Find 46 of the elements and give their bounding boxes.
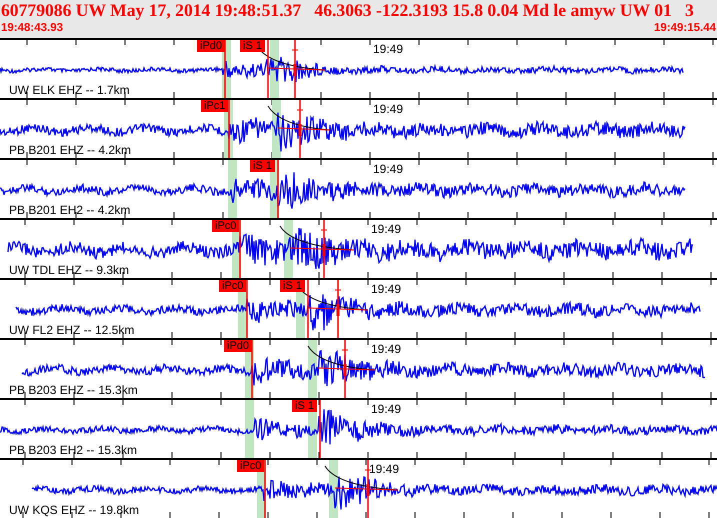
pick-label: iS 1 — [292, 400, 317, 412]
time-label: 19:49 — [371, 223, 402, 236]
pick-line — [319, 400, 321, 458]
amplitude-marker — [334, 460, 398, 518]
pick-line — [224, 40, 226, 98]
pick-line — [251, 340, 253, 398]
pick-label: iPd0 — [197, 40, 226, 52]
amplitude-marker — [278, 100, 330, 158]
station-label: UW FL2 EHZ -- 12.5km — [9, 324, 134, 337]
pick-line — [267, 40, 269, 98]
end-time: 19:49:15.44 — [654, 21, 716, 35]
pick-line — [264, 460, 266, 518]
pick-label: iPc0 — [219, 280, 246, 292]
time-label: 19:49 — [371, 343, 402, 356]
event-title: 60779086 UW May 17, 2014 19:48:51.37 46.3063 -122.3193 15.8 0.04 Md le amyw UW 01 3 — [0, 0, 695, 21]
pick-line — [228, 100, 230, 158]
station-label: PB B203 EH2 -- 15.3km — [9, 444, 138, 457]
pick-label: iS 1 — [240, 40, 265, 52]
time-label: 19:49 — [373, 163, 404, 176]
time-label: 19:49 — [371, 283, 402, 296]
pick-label: iPd0 — [224, 340, 252, 352]
amplitude-marker — [308, 280, 368, 338]
time-label: 19:49 — [369, 463, 400, 476]
time-label: 19:49 — [373, 43, 404, 56]
time-label: 19:49 — [371, 403, 402, 416]
station-label: PB B203 EHZ -- 15.3km — [9, 384, 138, 397]
pick-line — [239, 220, 241, 278]
station-label: PB B201 EHZ -- 4.2km — [9, 144, 132, 157]
travel-time-curve — [268, 106, 330, 130]
station-label: UW ELK EHZ -- 1.7km — [9, 84, 130, 97]
pick-window-band — [245, 400, 254, 458]
pick-label: iS 1 — [250, 160, 275, 172]
pick-label: iPc0 — [212, 220, 240, 232]
amplitude-marker — [266, 40, 326, 98]
amplitude-marker — [290, 220, 354, 278]
pick-label: iPc0 — [237, 460, 264, 472]
pick-label: iS 1 — [280, 280, 305, 292]
pick-line — [246, 280, 248, 338]
time-label: 19:49 — [373, 103, 404, 116]
station-label: UW KQS EHZ -- 19.8km — [9, 504, 140, 517]
station-label: UW TDL EHZ -- 9.3km — [9, 264, 130, 277]
pick-label: iPc1 — [201, 100, 228, 112]
start-time: 19:48:43.93 — [1, 21, 64, 35]
pick-line — [307, 280, 309, 338]
pick-line — [277, 160, 279, 218]
station-label: PB B201 EH2 -- 4.2km — [9, 204, 130, 217]
